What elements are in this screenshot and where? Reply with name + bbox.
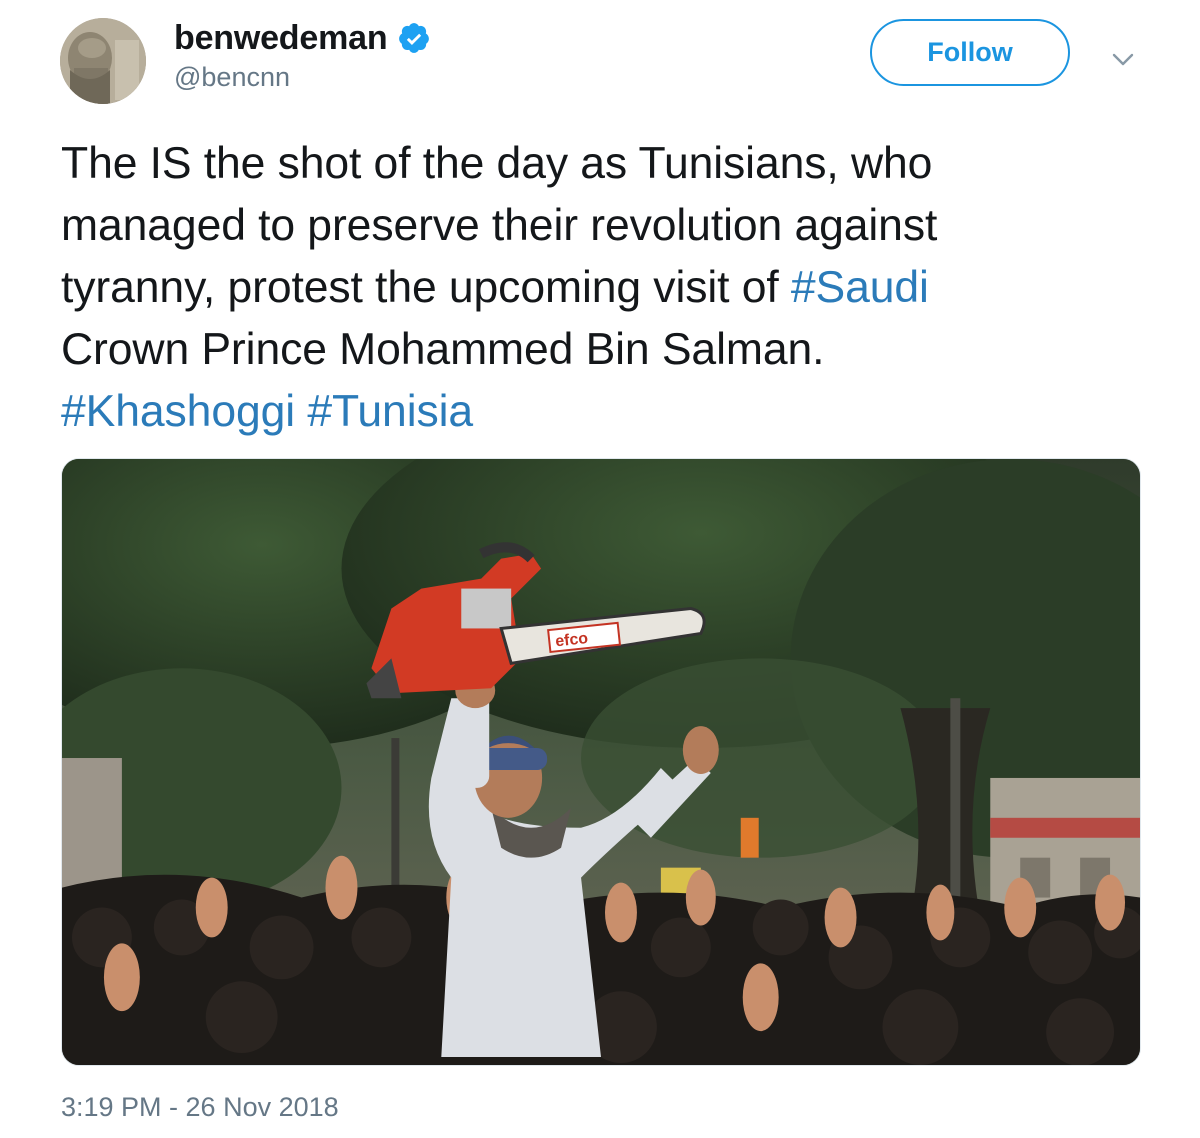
chevron-down-icon[interactable] [1108,44,1138,74]
chainsaw-brand-label: efco [555,630,590,650]
tweet-text-line: #Khashoggi #Tunisia [61,381,1151,443]
avatar[interactable] [60,18,146,104]
display-name[interactable]: benwedeman [174,19,388,58]
tweet-text-line: The IS the shot of the day as Tunisians,… [61,139,933,188]
follow-button[interactable]: Follow [870,19,1070,86]
handle[interactable]: @bencnn [174,62,290,93]
tweet-photo[interactable]: efco [61,458,1141,1066]
hashtag-khashoggi-link[interactable]: #Khashoggi [61,387,295,436]
hashtag-tunisia-link[interactable]: #Tunisia [307,387,473,436]
hashtag-separator [295,387,307,436]
verified-badge-icon [397,21,431,55]
author-name-row: benwedeman [174,14,431,62]
hashtag-saudi-link[interactable]: #Saudi [791,263,929,312]
tweet-text-line: managed to preserve their revolution aga… [61,201,938,250]
tweet-card: benwedeman @bencnn Follow The IS the sho… [0,0,1200,1138]
avatar-statue-image [60,18,146,104]
tweet-text-line: Crown Prince Mohammed Bin Salman. [61,325,825,374]
timestamp-link[interactable]: 3:19 PM - 26 Nov 2018 [61,1092,339,1123]
tweet-text: The IS the shot of the day as Tunisians,… [61,133,1151,443]
protest-photo-illustration: efco [62,459,1140,1065]
tweet-text-line: tyranny, protest the upcoming visit of #… [61,257,1151,319]
tweet-text-segment: tyranny, protest the upcoming visit of [61,263,791,312]
